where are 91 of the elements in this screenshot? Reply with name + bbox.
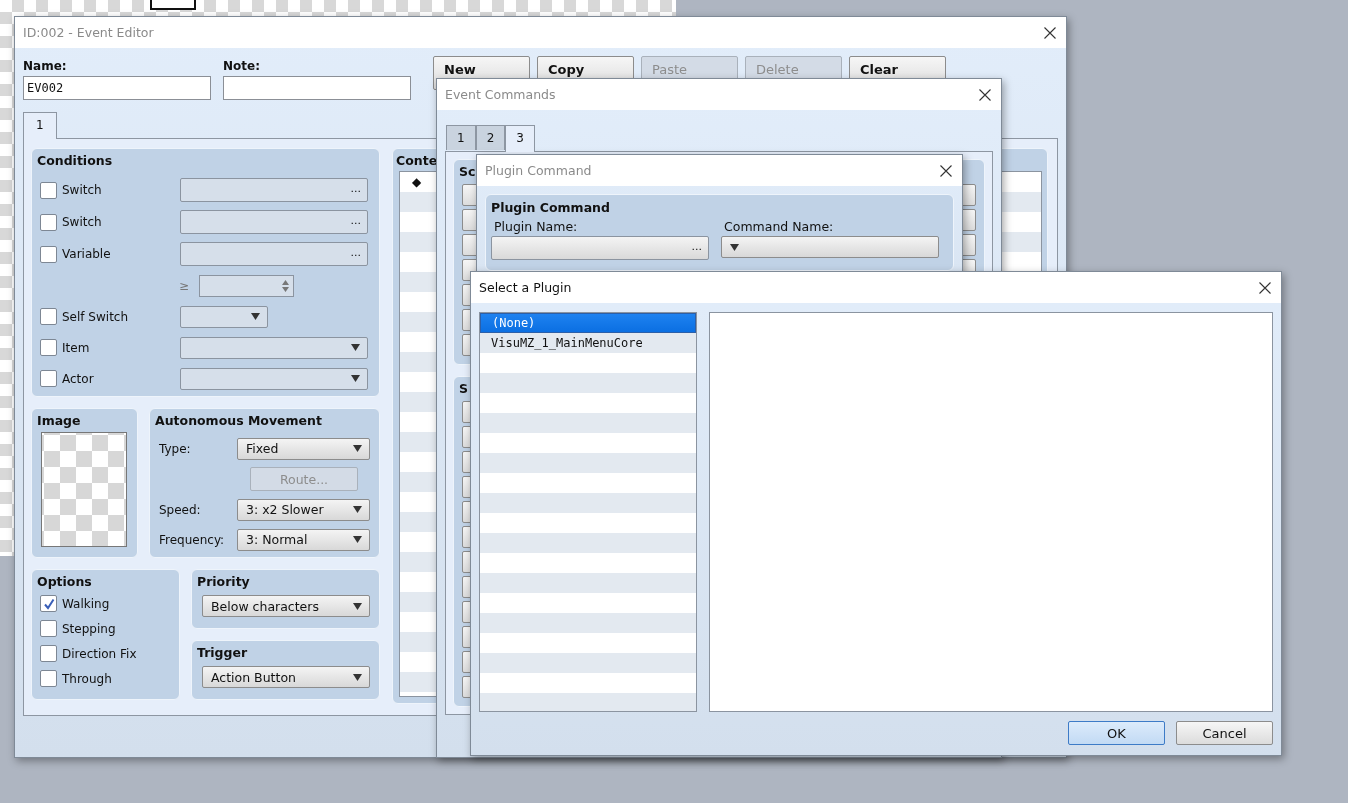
panel-title: Conditions — [37, 152, 113, 170]
window-title: Event Commands — [445, 87, 556, 102]
panel-title: S — [459, 380, 468, 398]
panel-title: Sc — [459, 163, 476, 181]
ellipsis-button[interactable]: ... — [350, 213, 367, 231]
dialog-button[interactable]: Cancel — [1176, 721, 1273, 745]
panel-title: Options — [37, 573, 92, 591]
field-label: Speed: — [159, 502, 202, 517]
checkbox[interactable] — [40, 339, 57, 356]
dropdown[interactable]: Below characters — [202, 595, 370, 617]
checkbox[interactable] — [40, 620, 57, 637]
panel-title: Priority — [197, 573, 250, 591]
field-label: Frequency: — [159, 532, 226, 547]
close-icon — [1259, 281, 1271, 294]
dropdown[interactable]: Action Button — [202, 666, 370, 688]
caret-icon — [251, 313, 260, 320]
dialog-button[interactable]: OK — [1068, 721, 1165, 745]
checkbox-label: Through — [62, 671, 113, 686]
picker-field[interactable]: ... — [491, 236, 709, 260]
checkbox[interactable] — [40, 595, 57, 612]
panel-title: Autonomous Movement — [155, 412, 322, 430]
caret-icon — [351, 375, 360, 382]
checkbox-label: Walking — [62, 596, 111, 611]
caret-icon — [353, 445, 362, 452]
checkbox[interactable] — [40, 181, 57, 199]
caret-icon — [353, 506, 362, 513]
operator-sign: ≥ — [179, 278, 191, 293]
close-icon — [979, 88, 991, 101]
field-label: Plugin Name: — [493, 219, 579, 234]
field-label: Name: — [23, 59, 68, 73]
note-field[interactable] — [223, 76, 411, 100]
caret-icon — [353, 673, 362, 681]
picker-field[interactable]: ... — [180, 178, 368, 202]
picker-field[interactable]: ... — [180, 210, 368, 234]
checkbox[interactable] — [40, 308, 57, 325]
spinner-arrows-icon — [282, 279, 289, 292]
plugin-list-item[interactable]: (None) — [480, 313, 696, 333]
window-title: ID:002 - Event Editor — [23, 25, 154, 40]
page-tab[interactable]: 3 — [505, 125, 535, 152]
picker-field[interactable]: ... — [180, 242, 368, 266]
checkbox[interactable] — [40, 245, 57, 263]
close-icon — [940, 164, 952, 177]
checkmark-icon — [42, 597, 55, 610]
close-button[interactable] — [938, 162, 954, 179]
checkbox[interactable] — [40, 670, 57, 687]
checkbox[interactable] — [40, 370, 57, 387]
window-title: Select a Plugin — [479, 280, 572, 295]
checkbox-label: Direction Fix — [62, 646, 138, 661]
field-label: Command Name: — [723, 219, 835, 234]
page-tab[interactable]: 1 — [446, 125, 476, 150]
caret-icon — [353, 536, 362, 543]
close-button[interactable] — [1257, 279, 1273, 296]
dropdown[interactable] — [180, 367, 368, 390]
close-icon — [1044, 26, 1056, 39]
caret-icon — [353, 602, 362, 610]
dropdown[interactable] — [721, 236, 939, 258]
dropdown[interactable] — [180, 336, 368, 359]
close-button[interactable] — [1042, 24, 1058, 41]
checkbox-label: Switch — [62, 215, 103, 229]
image-preview[interactable] — [41, 432, 127, 547]
ellipsis-button[interactable]: ... — [350, 245, 367, 263]
checkbox-label: Self Switch — [62, 309, 130, 324]
field-label: Type: — [159, 441, 192, 456]
panel-title: Trigger — [197, 644, 248, 662]
window-title: Plugin Command — [485, 163, 592, 178]
checkbox-label: Stepping — [62, 621, 117, 636]
checkbox-label: Actor — [62, 371, 95, 386]
dropdown[interactable]: 3: x2 Slower — [237, 498, 370, 521]
checkbox[interactable] — [40, 645, 57, 662]
checkbox-label: Variable — [62, 247, 112, 261]
number-spinner[interactable] — [199, 274, 294, 297]
checkbox-label: Item — [62, 340, 91, 355]
dropdown[interactable]: 3: Normal — [237, 528, 370, 551]
panel-title: Conte — [396, 152, 438, 170]
dropdown[interactable] — [180, 305, 268, 328]
caret-icon — [730, 243, 739, 251]
panel-title: Image — [37, 412, 81, 430]
caret-icon — [351, 344, 360, 351]
page-tab[interactable]: 2 — [475, 125, 506, 150]
plugin-list-item[interactable]: VisuMZ_1_MainMenuCore — [480, 333, 696, 353]
page-tab[interactable]: 1 — [23, 112, 57, 139]
field-label: Note: — [223, 59, 261, 73]
panel-title: Plugin Command — [491, 199, 610, 217]
ellipsis-button[interactable]: ... — [691, 239, 708, 257]
checkbox[interactable] — [40, 213, 57, 231]
ellipsis-button[interactable]: ... — [350, 181, 367, 199]
checkbox-label: Switch — [62, 183, 103, 197]
name-field[interactable]: EV002 — [23, 76, 211, 100]
dropdown[interactable]: Fixed — [237, 437, 370, 460]
list-marker: ◆ — [412, 175, 422, 189]
close-button[interactable] — [977, 86, 993, 103]
